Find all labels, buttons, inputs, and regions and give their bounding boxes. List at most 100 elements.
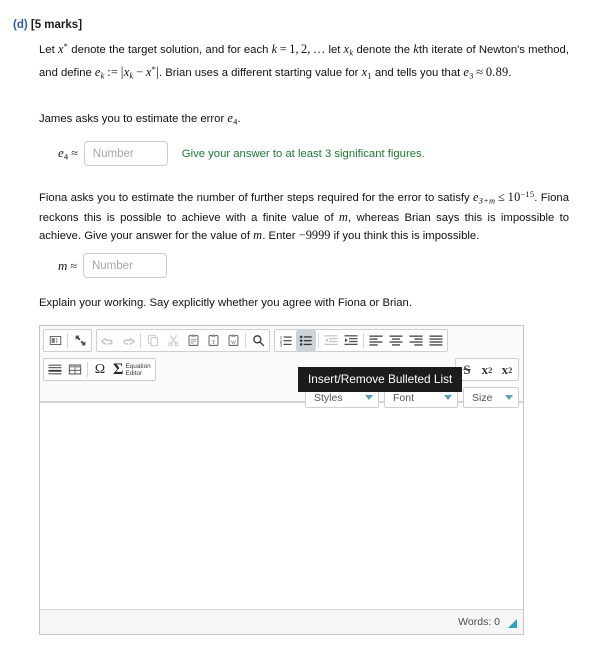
answer-hint-e4: Give your answer to at least 3 significa… xyxy=(181,147,425,160)
resize-handle[interactable] xyxy=(508,619,517,628)
editor-toolbar: T W 123 Ω Σ Equation Editor S x 2 x 2 St… xyxy=(40,326,523,408)
size-combo-value: Size xyxy=(472,391,493,404)
explain-paragraph: Explain your working. Say explicitly whe… xyxy=(39,297,412,309)
intro-text-4: denote the xyxy=(353,43,414,56)
paste-word-icon[interactable]: W xyxy=(223,330,243,351)
redo-icon[interactable] xyxy=(118,330,138,351)
chevron-down-icon xyxy=(365,395,373,400)
font-combo-value: Font xyxy=(393,391,415,404)
toolbar-group-insert: Ω Σ Equation Editor xyxy=(43,358,156,381)
equation-editor-label-line2: Editor xyxy=(125,369,143,377)
answer-label-e4: e4 ≈ xyxy=(58,145,78,161)
math-m-2: m xyxy=(253,228,263,243)
math-e-k-definition: ek := |xk − x*| xyxy=(94,64,159,81)
align-right-icon[interactable] xyxy=(406,330,426,351)
toolbar-separator xyxy=(363,333,364,348)
toolbar-separator xyxy=(67,333,68,348)
answer-label-m-var: m xyxy=(58,257,68,273)
fiona-text-4: . Enter xyxy=(262,230,299,243)
styles-combo-value: Styles xyxy=(314,391,343,404)
intro-text-6: . Brian uses a different starting value … xyxy=(158,67,362,80)
question-marks-label: [5 marks] xyxy=(30,19,83,31)
math-k-sequence: k = 1, 2, … xyxy=(271,41,326,56)
toolbar-tooltip: Insert/Remove Bulleted List xyxy=(298,367,463,392)
superscript-button[interactable]: x2 xyxy=(497,359,517,380)
svg-text:T: T xyxy=(211,340,215,346)
answer-row-m: m ≈ xyxy=(58,253,167,278)
sigma-icon: Σ xyxy=(113,360,124,378)
answer-label-e4-approx: ≈ xyxy=(71,146,78,161)
outdent-icon[interactable] xyxy=(321,330,341,351)
word-count-label: Words: 0 xyxy=(458,615,500,628)
intro-text-3: let xyxy=(325,43,344,56)
align-center-icon[interactable] xyxy=(386,330,406,351)
toolbar-row-1: T W 123 xyxy=(43,329,521,355)
fiona-text-1: Fiona asks you to estimate the number of… xyxy=(39,191,473,204)
math-e3-value: e3 ≈ 0.89 xyxy=(463,65,509,81)
fiona-text-5: if you think this is impossible. xyxy=(330,230,480,243)
table-icon[interactable] xyxy=(65,359,85,380)
toolbar-separator xyxy=(87,362,88,377)
intro-text-7: and tells you that xyxy=(371,67,464,80)
size-combo[interactable]: Size xyxy=(463,387,519,408)
indent-icon[interactable] xyxy=(341,330,361,351)
editor-status-bar: Words: 0 xyxy=(40,609,523,633)
superscript-affix: 2 xyxy=(508,364,513,375)
james-text: James asks you to estimate the error xyxy=(39,113,228,125)
paste-text-icon[interactable]: T xyxy=(203,330,223,351)
toolbar-separator xyxy=(140,333,141,348)
intro-text-1: Let xyxy=(39,43,58,56)
toolbar-separator xyxy=(245,333,246,348)
answer-label-m-approx: ≈ xyxy=(70,258,77,273)
toolbar-separator xyxy=(318,333,319,348)
bulleted-list-icon[interactable] xyxy=(296,330,316,351)
subscript-button[interactable]: x2 xyxy=(477,359,497,380)
copy-icon[interactable] xyxy=(143,330,163,351)
fiona-paragraph: Fiona asks you to estimate the number of… xyxy=(39,186,569,245)
show-blocks-icon[interactable] xyxy=(45,330,65,351)
answer-label-e4-sub: 4 xyxy=(63,151,69,162)
equation-editor-label-line1: Equation xyxy=(125,362,151,370)
align-left-icon[interactable] xyxy=(366,330,386,351)
toolbar-group-clipboard: T W xyxy=(96,329,270,352)
james-paragraph: James asks you to estimate the error e4. xyxy=(39,110,569,130)
intro-text-2: denote the target solution, and for each xyxy=(68,43,272,56)
justify-icon[interactable] xyxy=(426,330,446,351)
math-minus-9999: −9999 xyxy=(298,228,331,243)
undo-icon[interactable] xyxy=(98,330,118,351)
numbered-list-icon[interactable]: 123 xyxy=(276,330,296,351)
math-x-k: xk xyxy=(343,41,354,58)
maximize-icon[interactable] xyxy=(70,330,90,351)
chevron-down-icon xyxy=(444,395,452,400)
intro-text-8: . xyxy=(508,67,512,80)
toolbar-group-basic-styles-extra: S x2 x2 xyxy=(455,358,519,381)
question-page: (d) [5 marks] Let x* denote the target s… xyxy=(0,0,589,647)
cut-icon[interactable] xyxy=(163,330,183,351)
james-text-end: . xyxy=(237,113,241,125)
svg-text:3: 3 xyxy=(280,342,283,347)
question-header: (d) [5 marks] xyxy=(13,19,82,31)
question-part-label: (d) xyxy=(13,19,28,31)
toolbar-group-paragraph: 123 xyxy=(274,329,448,352)
math-e-3-plus-m: e3+m ≤ 10−15 xyxy=(473,189,535,206)
math-e-4: e4 xyxy=(227,111,238,127)
svg-text:W: W xyxy=(230,340,236,346)
answer-input-m[interactable] xyxy=(82,253,167,278)
answer-input-e4[interactable] xyxy=(83,141,168,166)
strikethrough-label: S xyxy=(463,361,471,377)
find-icon[interactable] xyxy=(248,330,268,351)
horizontal-rule-icon[interactable] xyxy=(45,359,65,380)
subscript-affix: 2 xyxy=(488,364,493,375)
rich-text-editor: T W 123 Ω Σ Equation Editor S x 2 x 2 St… xyxy=(39,325,524,635)
editor-content-area[interactable] xyxy=(40,402,523,609)
math-x-1: x1 xyxy=(361,65,372,81)
answer-row-e4: e4≈ Give your answer to at least 3 signi… xyxy=(58,141,425,166)
toolbar-group-document xyxy=(43,329,92,352)
special-char-icon[interactable]: Ω xyxy=(90,359,110,380)
paste-icon[interactable] xyxy=(183,330,203,351)
math-m-1: m xyxy=(338,210,349,225)
answer-label-m: m ≈ xyxy=(58,258,77,274)
equation-editor-icon[interactable]: Σ Equation Editor xyxy=(110,359,154,380)
math-x-star: x* xyxy=(57,41,69,56)
intro-paragraph: Let x* denote the target solution, and f… xyxy=(39,38,569,84)
